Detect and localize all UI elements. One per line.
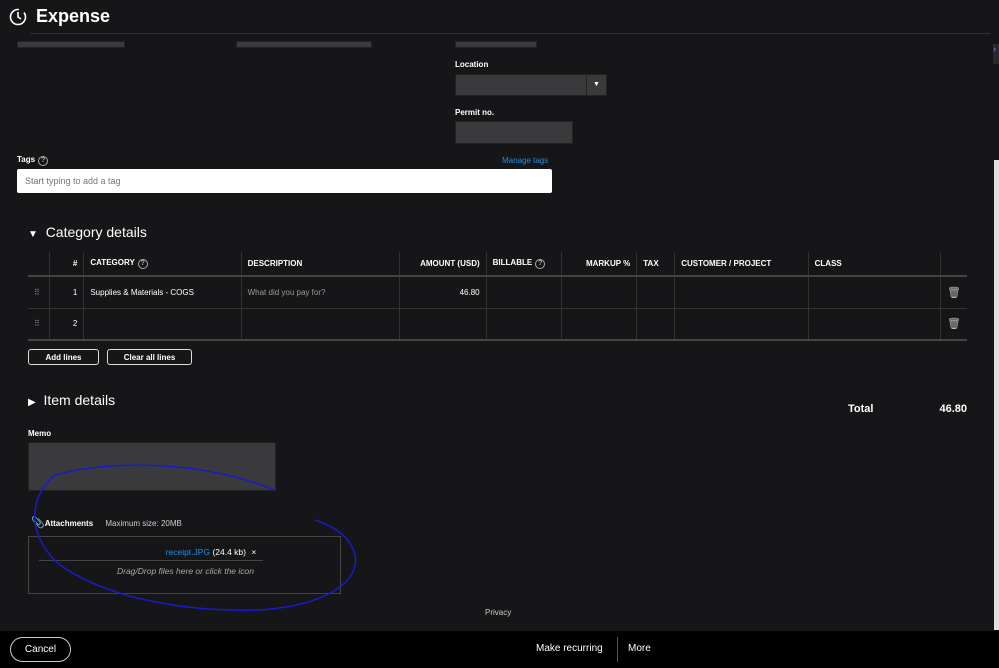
manage-tags-link[interactable]: Manage tags [502,156,548,165]
more-button[interactable]: More [628,643,651,654]
amount-cell[interactable] [398,308,487,340]
billable-cell[interactable] [485,276,562,308]
col-actions [940,252,967,276]
help-icon[interactable]: ? [535,259,546,269]
table-row[interactable]: ⠿ 2 🗑 [28,308,967,340]
add-lines-button[interactable]: Add lines [28,349,99,365]
scrollbar[interactable] [994,160,999,630]
location-label: Location [455,60,489,69]
attachment-dropzone[interactable]: receipt.JPG (24.4 kb) × Drag/Drop files … [28,536,341,594]
row-num: 1 [49,276,84,308]
make-recurring-button[interactable]: Make recurring [536,643,603,654]
hidden-field[interactable] [17,41,125,48]
caret-down-icon: ▼ [28,229,38,240]
category-table: # CATEGORY? DESCRIPTION AMOUNT (USD) BIL… [28,252,967,341]
description-cell[interactable]: What did you pay for? [240,276,400,308]
tags-input[interactable] [17,169,552,193]
help-icon[interactable]: ? [137,259,148,269]
attachments-header: 📎Attachments Maximum size: 20MB [31,516,182,529]
drop-hint: Drag/Drop files here or click the icon [116,566,254,576]
memo-input[interactable] [28,442,276,491]
tax-cell[interactable] [636,276,675,308]
class-cell[interactable] [807,276,941,308]
clear-lines-button[interactable]: Clear all lines [107,349,192,365]
paperclip-icon[interactable]: 📎 [31,517,45,529]
col-description: DESCRIPTION [240,252,400,276]
cancel-button[interactable]: Cancel [10,637,71,662]
help-icon[interactable]: ? [38,156,49,166]
item-details-toggle[interactable]: ▶ Item details [28,392,115,408]
chevron-down-icon[interactable]: ▼ [586,75,606,95]
permit-label: Permit no. [455,108,495,117]
permit-input[interactable] [455,121,573,144]
location-select[interactable]: ▼ [455,74,607,96]
collapse-panel-icon[interactable]: › [993,44,999,64]
attachments-label: Attachments [44,519,94,528]
divider [39,560,263,561]
col-amount: AMOUNT (USD) [398,252,487,276]
table-row[interactable]: ⠿ 1 Supplies & Materials - COGS What did… [28,276,967,308]
section-title: Item details [43,392,116,408]
customer-cell[interactable] [674,276,809,308]
amount-cell[interactable]: 46.80 [398,276,487,308]
attachment-link[interactable]: receipt.JPG [166,547,210,557]
page-title: Expense [36,6,111,26]
billable-cell[interactable] [485,308,562,340]
memo-label: Memo [28,429,52,438]
markup-cell[interactable] [561,308,637,340]
markup-cell[interactable] [561,276,637,308]
category-cell[interactable] [83,308,242,340]
col-class: CLASS [807,252,941,276]
trash-icon[interactable]: 🗑 [940,276,967,308]
tags-label: Tags? [17,155,49,166]
privacy-link[interactable]: Privacy [485,608,511,617]
tags-label-text: Tags [17,155,36,164]
row-num: 2 [49,308,84,340]
divider [30,33,990,34]
attachment-file: receipt.JPG (24.4 kb) × [91,547,331,557]
footer-bar: Cancel Make recurring More [0,631,999,668]
drag-handle-icon[interactable]: ⠿ [28,308,50,340]
col-category: CATEGORY? [83,252,242,276]
col-num: # [49,252,84,276]
col-billable-label: BILLABLE [492,258,533,267]
tax-cell[interactable] [636,308,675,340]
class-cell[interactable] [807,308,941,340]
col-category-label: CATEGORY [90,258,135,267]
total-value: 46.80 [939,403,967,415]
col-handle [28,252,50,276]
caret-right-icon: ▶ [28,397,36,408]
attachment-size: (24.4 kb) [212,547,246,557]
category-details-toggle[interactable]: ▼ Category details [28,224,147,240]
category-cell[interactable]: Supplies & Materials - COGS [83,276,242,308]
max-size-text: Maximum size: 20MB [105,519,182,528]
section-title: Category details [45,224,147,240]
col-customer: CUSTOMER / PROJECT [674,252,809,276]
customer-cell[interactable] [674,308,809,340]
history-icon [9,8,27,26]
col-billable: BILLABLE? [485,252,562,276]
hidden-field[interactable] [455,41,537,48]
hidden-field[interactable] [236,41,372,48]
col-markup: MARKUP % [561,252,637,276]
trash-icon[interactable]: 🗑 [940,308,967,340]
total-label: Total [848,403,874,415]
remove-attachment-icon[interactable]: × [251,547,256,557]
col-tax: TAX [636,252,675,276]
divider [617,637,618,662]
drag-handle-icon[interactable]: ⠿ [28,276,50,308]
description-cell[interactable] [240,308,400,340]
